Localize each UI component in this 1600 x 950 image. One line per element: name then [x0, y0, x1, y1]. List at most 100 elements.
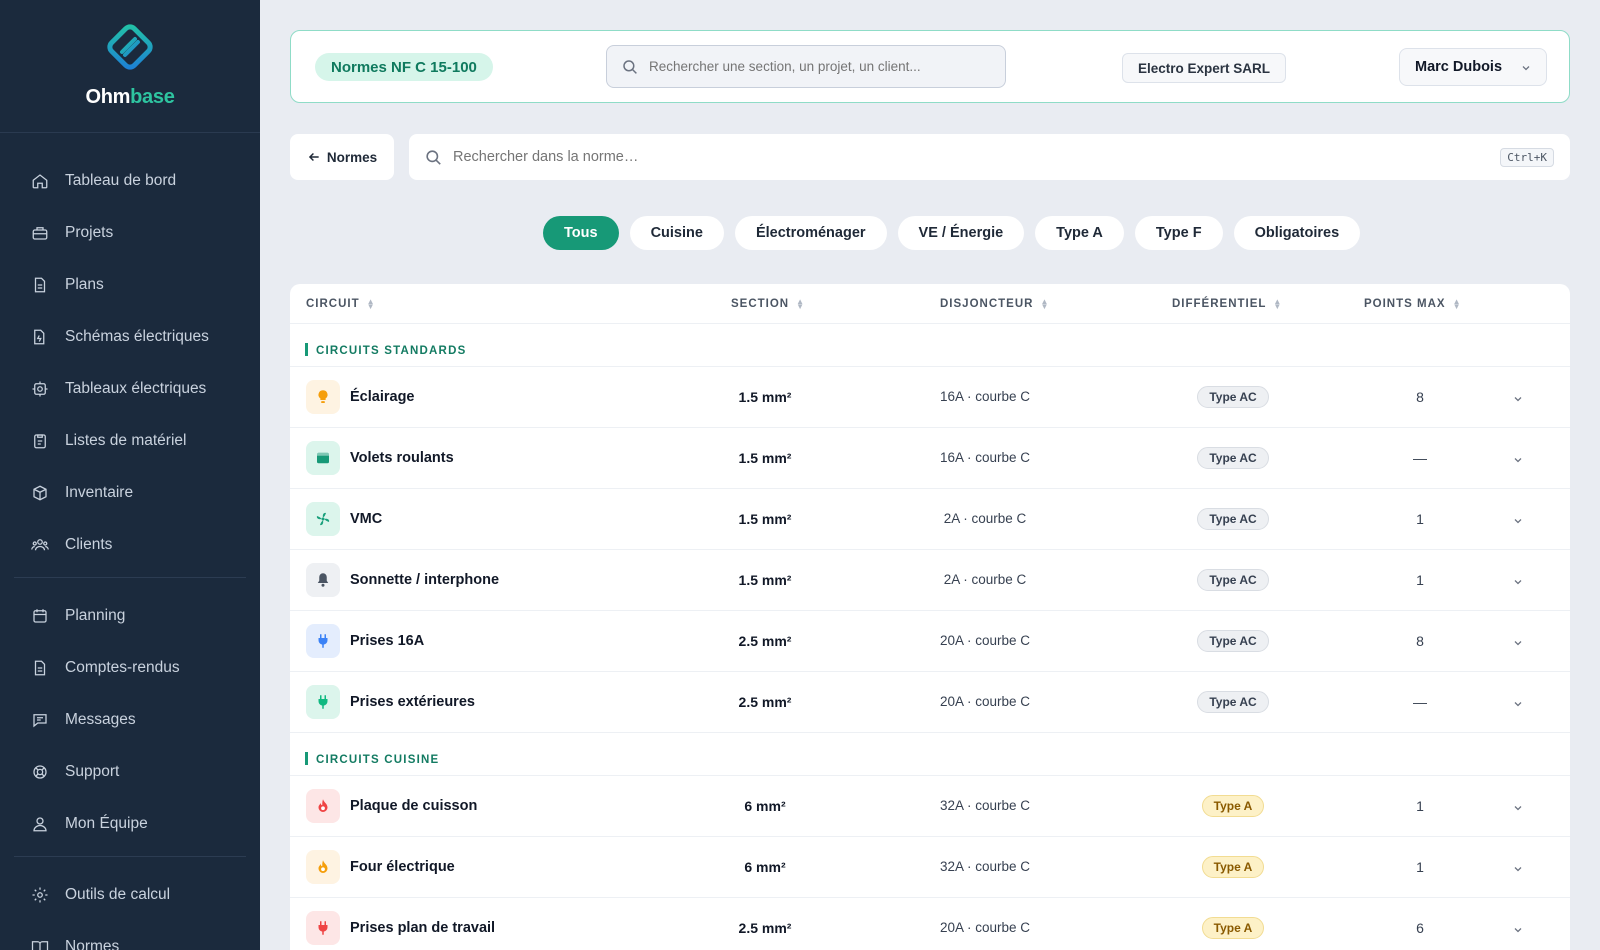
filter-chip-tous[interactable]: Tous: [543, 216, 619, 250]
back-to-normes-button[interactable]: Normes: [290, 134, 394, 180]
shortcut-hint: Ctrl+K: [1500, 148, 1554, 167]
differentiel-badge: Type AC: [1197, 691, 1269, 713]
column-header-disjoncteur[interactable]: DISJONCTEUR ▲ ▼: [940, 297, 1050, 311]
sidebar-item-clients[interactable]: Clients: [0, 519, 260, 571]
norm-search[interactable]: Ctrl+K: [409, 134, 1570, 180]
differentiel-badge: Type AC: [1197, 508, 1269, 530]
circuit-name: Éclairage: [350, 389, 415, 405]
column-header-points-max[interactable]: POINTS MAX ▲ ▼: [1364, 297, 1462, 311]
filter-chip-electromenager[interactable]: Électroménager: [734, 216, 887, 250]
circuit-points-max: 8: [1416, 633, 1424, 649]
panel-icon: [30, 379, 50, 399]
column-header-circuit[interactable]: CIRCUIT ▲ ▼: [306, 298, 376, 311]
norm-search-input[interactable]: [453, 149, 1453, 165]
circuit-differentiel: Type AC: [1183, 691, 1283, 713]
table-row[interactable]: Sonnette / interphone 1.5 mm² 2A · courb…: [290, 550, 1570, 611]
circuit-name: Prises extérieures: [350, 694, 475, 710]
expand-chevron-icon[interactable]: [1512, 575, 1524, 593]
company-badge[interactable]: Electro Expert SARL: [1122, 53, 1287, 83]
table-row[interactable]: VMC 1.5 mm² 2A · courbe C Type AC 1: [290, 489, 1570, 550]
circuit-points-max: 6: [1416, 920, 1424, 936]
sidebar-item-messages[interactable]: Messages: [0, 694, 260, 746]
sidebar-item-projets[interactable]: Projets: [0, 207, 260, 259]
circuit-differentiel: Type A: [1183, 856, 1283, 878]
table-row[interactable]: Plaque de cuisson 6 mm² 32A · courbe C T…: [290, 776, 1570, 837]
plug-icon: [306, 624, 340, 658]
expand-chevron-icon[interactable]: [1512, 801, 1524, 819]
table-row[interactable]: Prises plan de travail 2.5 mm² 20A · cou…: [290, 898, 1570, 950]
table-row[interactable]: Éclairage 1.5 mm² 16A · courbe C Type AC…: [290, 367, 1570, 428]
sidebar-item-label: Mon Équipe: [65, 815, 148, 832]
sidebar-item-tableau-de-bord[interactable]: Tableau de bord: [0, 155, 260, 207]
expand-chevron-icon[interactable]: [1512, 862, 1524, 880]
sidebar-item-mon-equipe[interactable]: Mon Équipe: [0, 798, 260, 850]
sidebar-item-normes[interactable]: Normes: [0, 921, 260, 950]
norme-badge[interactable]: Normes NF C 15-100: [315, 53, 493, 81]
sidebar-item-schemas[interactable]: Schémas électriques: [0, 311, 260, 363]
expand-chevron-icon[interactable]: [1512, 636, 1524, 654]
sidebar-item-plans[interactable]: Plans: [0, 259, 260, 311]
sort-icon: ▲ ▼: [1040, 297, 1050, 311]
circuits-table: CIRCUIT ▲ ▼ SECTION ▲ ▼ DISJONCTEUR ▲ ▼ DIFFÉR…: [290, 284, 1570, 950]
sidebar-item-label: Inventaire: [65, 484, 134, 501]
table-row[interactable]: Prises 16A 2.5 mm² 20A · courbe C Type A…: [290, 611, 1570, 672]
differentiel-badge: Type AC: [1197, 630, 1269, 652]
circuit-points-max: 8: [1416, 389, 1424, 405]
sidebar-item-label: Projets: [65, 224, 114, 241]
circuit-disjoncteur: 16A · courbe C: [939, 450, 1031, 465]
expand-chevron-icon[interactable]: [1512, 923, 1524, 941]
gear-icon: [30, 885, 50, 905]
table-row[interactable]: Volets roulants 1.5 mm² 16A · courbe C T…: [290, 428, 1570, 489]
sidebar-item-planning[interactable]: Planning: [0, 590, 260, 642]
filter-chip-type-a[interactable]: Type A: [1035, 216, 1124, 250]
nav-divider: [14, 856, 246, 857]
table-body: CIRCUITS STANDARDS Éclairage 1.5 mm² 16A…: [290, 324, 1570, 950]
sidebar-item-tableaux[interactable]: Tableaux électriques: [0, 363, 260, 415]
document-icon: [30, 275, 50, 295]
back-button-label: Normes: [326, 149, 378, 165]
message-icon: [30, 710, 50, 730]
filter-chip-type-f[interactable]: Type F: [1134, 216, 1223, 250]
sidebar-item-support[interactable]: Support: [0, 746, 260, 798]
table-row[interactable]: Four électrique 6 mm² 32A · courbe C Typ…: [290, 837, 1570, 898]
logo[interactable]: Ohmbase: [0, 0, 260, 133]
group-title: CIRCUITS STANDARDS: [316, 345, 467, 357]
sort-icon: ▲ ▼: [1273, 297, 1283, 311]
circuit-points-max: 1: [1416, 859, 1424, 875]
filter-chips: Tous Cuisine Électroménager VE / Énergie…: [543, 216, 1361, 250]
expand-chevron-icon[interactable]: [1512, 392, 1524, 410]
filter-chip-obligatoires[interactable]: Obligatoires: [1233, 216, 1361, 250]
filter-chip-ve-energie[interactable]: VE / Énergie: [897, 216, 1025, 250]
expand-chevron-icon[interactable]: [1512, 514, 1524, 532]
differentiel-badge: Type AC: [1197, 386, 1269, 408]
circuit-disjoncteur: 2A · courbe C: [943, 511, 1027, 526]
circuit-disjoncteur: 20A · courbe C: [939, 920, 1031, 935]
circuit-disjoncteur: 32A · courbe C: [939, 798, 1031, 813]
expand-chevron-icon[interactable]: [1512, 453, 1524, 471]
global-search-input[interactable]: [649, 59, 979, 74]
sidebar-item-listes-materiel[interactable]: Listes de matériel: [0, 415, 260, 467]
users-icon: [30, 535, 50, 555]
filter-chip-cuisine[interactable]: Cuisine: [629, 216, 724, 250]
circuit-section: 1.5 mm²: [738, 511, 792, 527]
circuit-name: Prises plan de travail: [350, 920, 496, 936]
circuit-disjoncteur: 32A · courbe C: [939, 859, 1031, 874]
global-search[interactable]: [606, 45, 1006, 88]
user-name: Marc Dubois: [1415, 59, 1503, 75]
sidebar-item-label: Plans: [65, 276, 104, 293]
expand-chevron-icon[interactable]: [1512, 697, 1524, 715]
search-icon: [623, 59, 637, 74]
column-header-section[interactable]: SECTION ▲ ▼: [731, 298, 805, 311]
oven-flame-icon: [306, 850, 340, 884]
user-menu[interactable]: Marc Dubois: [1399, 48, 1547, 86]
sidebar-item-outils-calcul[interactable]: Outils de calcul: [0, 869, 260, 921]
sort-icon: ▲ ▼: [1452, 297, 1462, 311]
circuit-points-max: —: [1413, 694, 1427, 710]
shutter-icon: [306, 441, 340, 475]
search-icon: [426, 149, 441, 165]
sidebar-item-inventaire[interactable]: Inventaire: [0, 467, 260, 519]
column-header-differentiel[interactable]: DIFFÉRENTIEL ▲ ▼: [1172, 297, 1283, 311]
table-row[interactable]: Prises extérieures 2.5 mm² 20A · courbe …: [290, 672, 1570, 733]
circuit-section: 2.5 mm²: [738, 920, 792, 936]
sidebar-item-comptes-rendus[interactable]: Comptes-rendus: [0, 642, 260, 694]
